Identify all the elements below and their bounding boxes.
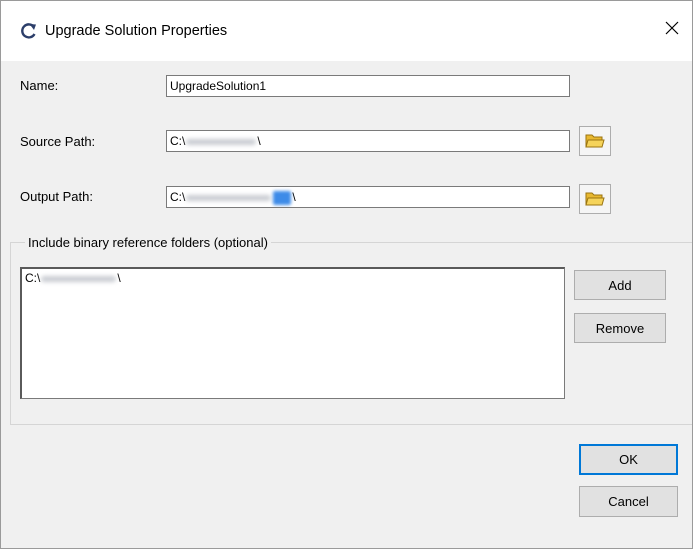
close-icon bbox=[665, 21, 679, 38]
source-path-prefix: C:\ bbox=[170, 134, 186, 148]
list-item[interactable]: C:\ \ bbox=[22, 269, 564, 287]
list-item-prefix: C:\ bbox=[25, 271, 41, 285]
output-path-prefix: C:\ bbox=[170, 190, 186, 204]
output-path-label: Output Path: bbox=[20, 189, 93, 204]
output-path-input[interactable]: C:\ \ bbox=[166, 186, 570, 208]
cancel-button[interactable]: Cancel bbox=[579, 486, 678, 517]
remove-button[interactable]: Remove bbox=[574, 313, 666, 343]
source-path-suffix: \ bbox=[257, 134, 261, 148]
redacted-text bbox=[186, 194, 272, 201]
close-button[interactable] bbox=[658, 15, 686, 43]
name-input-value: UpgradeSolution1 bbox=[170, 79, 267, 93]
output-browse-button[interactable] bbox=[579, 184, 611, 214]
name-label: Name: bbox=[20, 78, 59, 93]
binary-references-legend: Include binary reference folders (option… bbox=[25, 235, 271, 250]
source-path-input[interactable]: C:\ \ bbox=[166, 130, 570, 152]
title-bar[interactable]: Upgrade Solution Properties bbox=[1, 1, 692, 61]
folder-icon bbox=[585, 189, 605, 210]
output-path-suffix: \ bbox=[292, 190, 296, 204]
folder-icon bbox=[585, 131, 605, 152]
refresh-arrow-icon bbox=[19, 21, 39, 41]
redacted-text bbox=[41, 275, 117, 282]
source-path-label: Source Path: bbox=[20, 134, 96, 149]
list-item-suffix: \ bbox=[117, 271, 121, 285]
binary-references-list[interactable]: C:\ \ bbox=[20, 267, 565, 399]
dialog-window: Upgrade Solution Properties Name: Upgrad… bbox=[0, 0, 693, 549]
source-browse-button[interactable] bbox=[579, 126, 611, 156]
add-button[interactable]: Add bbox=[574, 270, 666, 300]
redacted-text bbox=[186, 138, 257, 145]
name-input[interactable]: UpgradeSolution1 bbox=[166, 75, 570, 97]
window-title: Upgrade Solution Properties bbox=[45, 23, 228, 39]
ok-button[interactable]: OK bbox=[579, 444, 678, 475]
redacted-text-highlight bbox=[273, 190, 292, 205]
